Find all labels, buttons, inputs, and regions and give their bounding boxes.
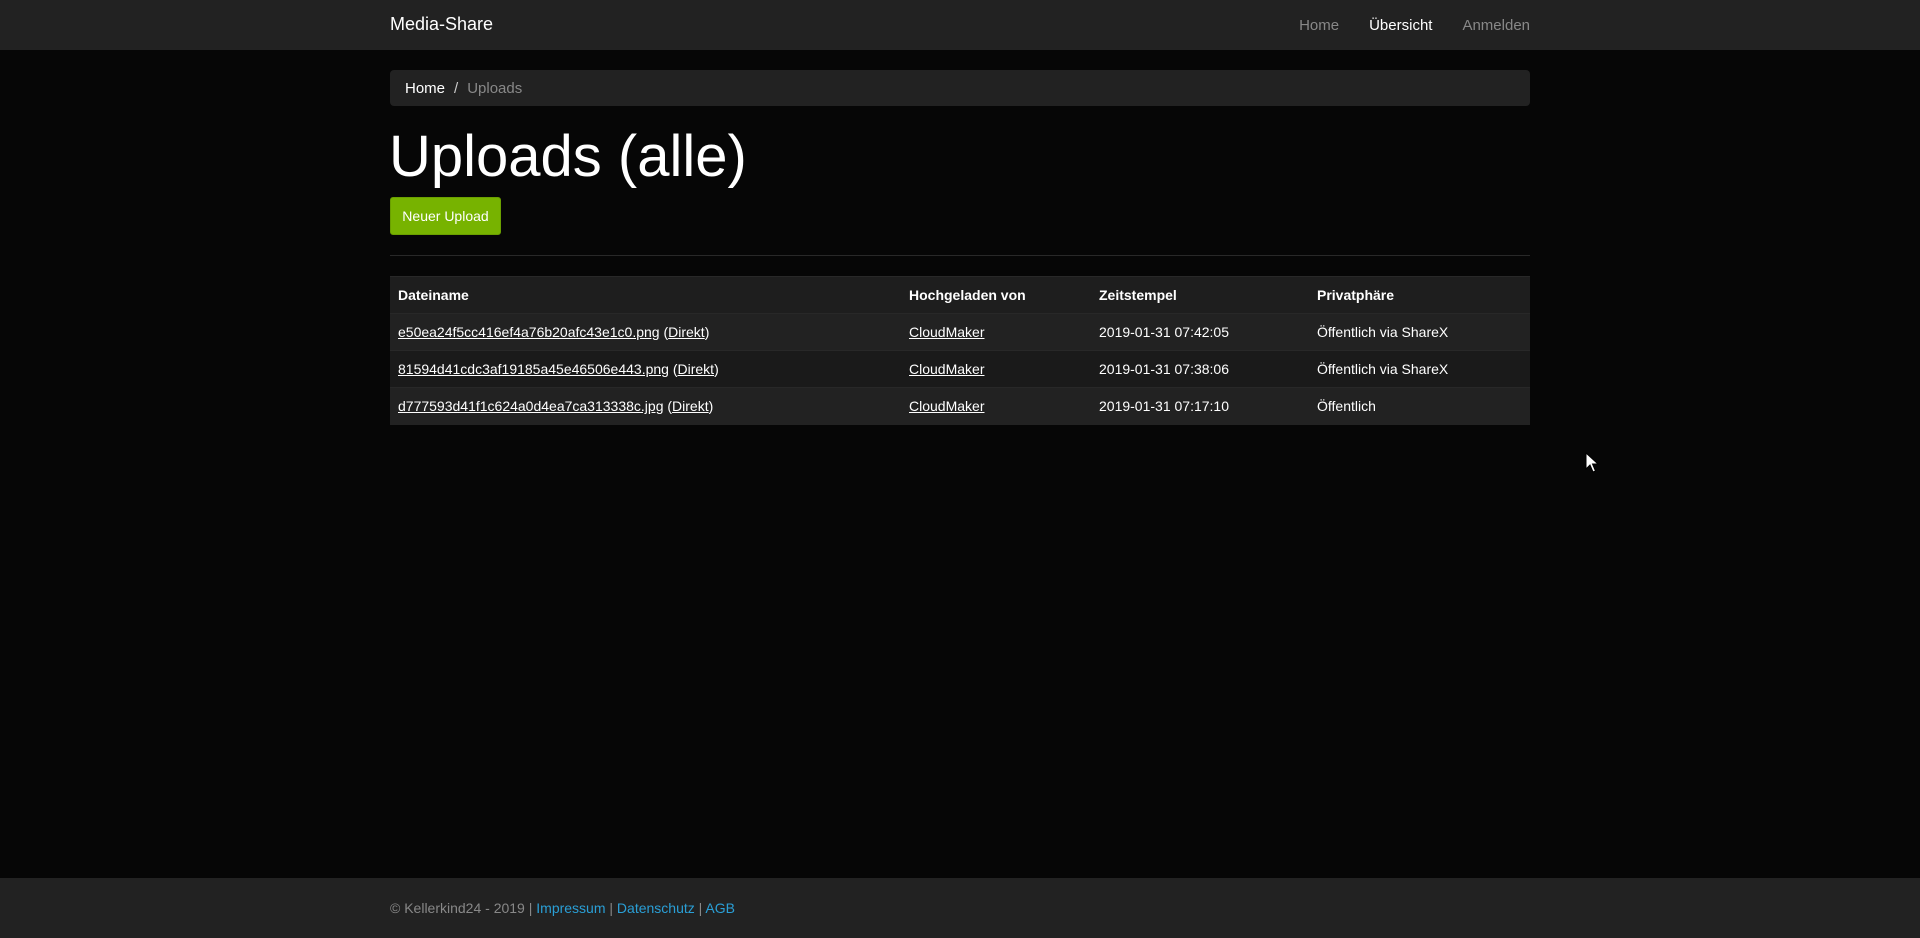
- header-hochgeladen-von: Hochgeladen von: [901, 276, 1091, 314]
- nav-anmelden-link[interactable]: Anmelden: [1462, 17, 1530, 34]
- table-header-row: Dateiname Hochgeladen von Zeitstempel Pr…: [390, 276, 1530, 314]
- footer-separator: |: [609, 900, 614, 916]
- filename-link[interactable]: d777593d41f1c624a0d4ea7ca313338c.jpg: [398, 398, 663, 414]
- brand-link[interactable]: Media-Share: [390, 0, 493, 50]
- timestamp-cell: 2019-01-31 07:42:05: [1091, 313, 1309, 351]
- breadcrumb-home-link[interactable]: Home: [405, 80, 445, 97]
- breadcrumb: Home / Uploads: [390, 70, 1530, 106]
- uploader-cell: CloudMaker: [901, 387, 1091, 425]
- top-navbar: Media-Share Home Übersicht Anmelden: [0, 0, 1920, 50]
- privacy-cell: Öffentlich via ShareX: [1309, 313, 1530, 351]
- footer: © Kellerkind24 - 2019 | Impressum | Date…: [0, 878, 1920, 938]
- page-title: Uploads (alle): [389, 124, 747, 189]
- direct-link[interactable]: Direkt: [678, 361, 715, 377]
- new-upload-button[interactable]: Neuer Upload: [390, 197, 501, 235]
- table-row: e50ea24f5cc416ef4a76b20afc43e1c0.png (Di…: [390, 313, 1530, 351]
- footer-agb-link[interactable]: AGB: [705, 900, 735, 916]
- header-dateiname: Dateiname: [390, 276, 901, 314]
- footer-datenschutz-link[interactable]: Datenschutz: [617, 900, 695, 916]
- uploader-cell: CloudMaker: [901, 350, 1091, 388]
- uploader-cell: CloudMaker: [901, 313, 1091, 351]
- table-row: 81594d41cdc3af19185a45e46506e443.png (Di…: [390, 350, 1530, 388]
- filename-link[interactable]: e50ea24f5cc416ef4a76b20afc43e1c0.png: [398, 324, 660, 340]
- breadcrumb-separator: /: [454, 79, 459, 97]
- filename-cell: 81594d41cdc3af19185a45e46506e443.png (Di…: [390, 350, 901, 388]
- section-divider: [390, 255, 1530, 256]
- footer-impressum-link[interactable]: Impressum: [536, 900, 605, 916]
- privacy-cell: Öffentlich via ShareX: [1309, 350, 1530, 388]
- header-privatphaere: Privatphäre: [1309, 276, 1530, 314]
- table-row: d777593d41f1c624a0d4ea7ca313338c.jpg (Di…: [390, 387, 1530, 425]
- nav-uebersicht-link[interactable]: Übersicht: [1369, 17, 1432, 34]
- uploader-link[interactable]: CloudMaker: [909, 361, 984, 377]
- direct-link[interactable]: Direkt: [668, 324, 705, 340]
- uploads-table: Dateiname Hochgeladen von Zeitstempel Pr…: [390, 276, 1530, 425]
- privacy-cell: Öffentlich: [1309, 387, 1530, 425]
- footer-separator: |: [698, 900, 703, 916]
- nav-links: Home Übersicht Anmelden: [1269, 0, 1530, 50]
- breadcrumb-current: Uploads: [467, 79, 523, 97]
- navbar-container: Media-Share Home Übersicht Anmelden: [390, 0, 1530, 50]
- filename-link[interactable]: 81594d41cdc3af19185a45e46506e443.png: [398, 361, 669, 377]
- uploader-link[interactable]: CloudMaker: [909, 398, 984, 414]
- direct-link[interactable]: Direkt: [672, 398, 709, 414]
- mouse-pointer-icon: [1585, 452, 1599, 473]
- uploader-link[interactable]: CloudMaker: [909, 324, 984, 340]
- filename-cell: e50ea24f5cc416ef4a76b20afc43e1c0.png (Di…: [390, 313, 901, 351]
- footer-copyright: © Kellerkind24 - 2019 |: [390, 900, 533, 916]
- footer-text: © Kellerkind24 - 2019 | Impressum | Date…: [390, 878, 735, 938]
- nav-home-link[interactable]: Home: [1299, 17, 1339, 34]
- filename-cell: d777593d41f1c624a0d4ea7ca313338c.jpg (Di…: [390, 387, 901, 425]
- header-zeitstempel: Zeitstempel: [1091, 276, 1309, 314]
- timestamp-cell: 2019-01-31 07:17:10: [1091, 387, 1309, 425]
- timestamp-cell: 2019-01-31 07:38:06: [1091, 350, 1309, 388]
